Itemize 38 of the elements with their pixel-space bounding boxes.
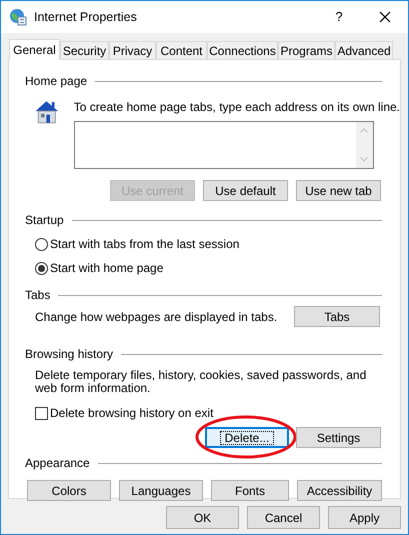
tab[interactable]: Advanced <box>335 41 393 59</box>
checkbox-label[interactable]: Delete browsing history on exit <box>50 404 214 422</box>
home-page-button[interactable]: Use new tab <box>296 180 381 201</box>
dialog-button[interactable]: OK <box>166 506 239 529</box>
home-page-button[interactable]: Use default <box>203 180 288 201</box>
radio-button[interactable] <box>35 238 48 250</box>
checkbox[interactable] <box>35 406 48 420</box>
section-heading: Startup <box>25 212 64 229</box>
window-title: Internet Properties <box>34 8 137 26</box>
section-heading: Appearance <box>25 455 90 472</box>
close-icon <box>379 11 391 23</box>
address-field[interactable] <box>74 121 374 169</box>
instruction-text: To create home page tabs, type each address on its own line. <box>74 99 400 116</box>
tab[interactable]: Content <box>156 41 207 59</box>
appearance-button[interactable]: Colors <box>27 480 111 501</box>
tab[interactable]: Programs <box>278 41 335 59</box>
history-button[interactable]: Settings <box>296 427 381 448</box>
history-button[interactable]: Delete... <box>205 427 289 448</box>
section-heading: Browsing history <box>25 346 114 363</box>
appearance-button[interactable]: Accessibility <box>297 480 382 501</box>
radio-button[interactable] <box>35 262 48 274</box>
dialog-button[interactable]: Apply <box>328 506 401 529</box>
globe-icon <box>9 8 27 26</box>
radio-label[interactable]: Start with tabs from the last session <box>50 235 240 253</box>
appearance-button[interactable]: Languages <box>119 480 203 501</box>
help-button[interactable]: ? <box>316 1 362 33</box>
browsing-history-description: Delete temporary files, history, cookies, saved passwords, and web form information. <box>35 369 368 395</box>
tab[interactable]: General <box>9 39 60 60</box>
tabs-description: Change how webpages are displayed in tabs. <box>35 308 278 326</box>
dialog-button[interactable]: Cancel <box>247 506 320 529</box>
appearance-button[interactable]: Fonts <box>211 480 289 501</box>
tab[interactable]: Connections <box>207 41 278 59</box>
section-heading: Tabs <box>25 287 50 304</box>
tabs-button[interactable]: Tabs <box>294 306 380 327</box>
radio-label[interactable]: Start with home page <box>50 259 164 277</box>
section-heading: Home page <box>25 73 88 90</box>
tab[interactable]: Privacy <box>109 41 156 59</box>
tab[interactable]: Security <box>60 41 109 59</box>
